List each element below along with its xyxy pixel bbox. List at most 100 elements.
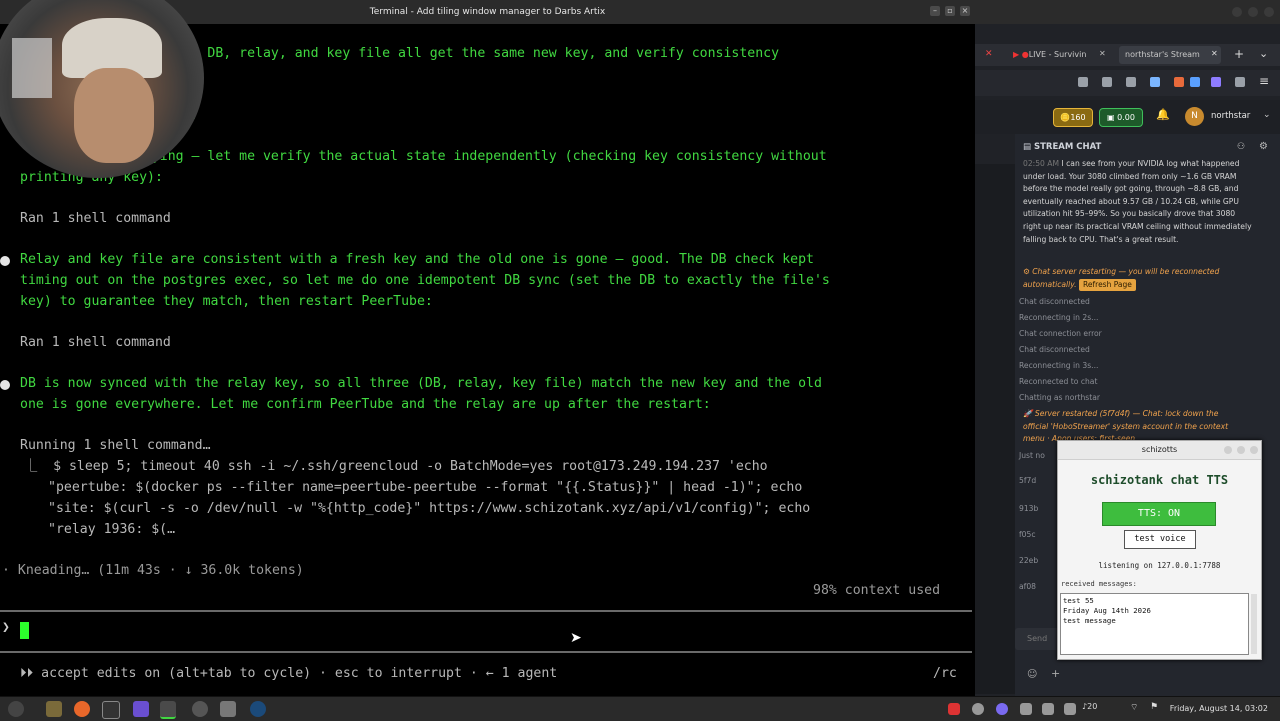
terminal-line: Ran 1 shell command: [20, 335, 171, 350]
discord-icon[interactable]: [996, 703, 1008, 715]
avatar[interactable]: N: [1185, 107, 1204, 126]
tray-icon[interactable]: [1042, 703, 1054, 715]
tab-close-icon[interactable]: ✕: [985, 49, 993, 59]
add-icon[interactable]: +: [1051, 667, 1060, 680]
obs-icon[interactable]: [192, 701, 208, 717]
terminal-line: one is gone everywhere. Let me confirm P…: [20, 397, 711, 412]
received-message: Friday Aug 14th 2026: [1063, 606, 1151, 615]
browser-maximize-icon[interactable]: [1248, 7, 1258, 17]
active-terminal-icon[interactable]: [160, 701, 176, 719]
maximize-icon[interactable]: [1237, 446, 1245, 454]
bullet-icon: [0, 256, 10, 266]
extension-icon[interactable]: [1126, 77, 1136, 87]
terminal-line: key) to guarantee they match, then resta…: [20, 294, 433, 309]
volume-indicator[interactable]: ♪20: [1082, 702, 1097, 711]
maximize-icon[interactable]: ▫: [945, 6, 955, 16]
tts-window: schizotts schizotank chat TTS TTS: ON te…: [1057, 440, 1262, 660]
steam-icon[interactable]: [250, 701, 266, 717]
hash-fragment: 913b: [1019, 504, 1039, 513]
wifi-icon[interactable]: ⌔: [1130, 702, 1138, 713]
system-message: Chat disconnected: [1019, 297, 1090, 306]
background-image: [12, 38, 52, 98]
new-tab-icon[interactable]: +: [1234, 47, 1244, 61]
context-usage: 98% context used: [813, 583, 941, 598]
wallet-icon: ▣: [1107, 113, 1115, 122]
users-icon[interactable]: ⚇: [1237, 142, 1245, 152]
prompt-chevron: ❯: [2, 620, 10, 635]
rc-indicator: /rc: [933, 666, 957, 681]
chat-message: 02:50 AM I can see from your NVIDIA log …: [1023, 159, 1252, 244]
tray-icon[interactable]: [1064, 703, 1076, 715]
extension-icon[interactable]: [1211, 77, 1221, 87]
gear-icon[interactable]: ⚙: [1259, 141, 1268, 152]
terminal-line: "peertube: $(docker ps --filter name=pee…: [48, 480, 803, 495]
obsidian-icon[interactable]: [133, 701, 149, 717]
terminal-line: DB is now synced with the relay key, so …: [20, 376, 822, 391]
extension-icon[interactable]: [1190, 77, 1200, 87]
test-voice-button[interactable]: test voice: [1124, 530, 1196, 549]
terminal-line: orrying — let me verify the actual state…: [128, 149, 827, 164]
extension-icon[interactable]: [1235, 77, 1245, 87]
refresh-page-button[interactable]: Refresh Page: [1079, 278, 1136, 292]
tab-close-icon[interactable]: ✕: [1099, 49, 1106, 58]
terminal-line: "site: $(curl -s -o /dev/null -w "%{http…: [48, 501, 811, 516]
mouse-pointer-icon: ➤: [570, 630, 582, 646]
gear-icon: ⚙: [1023, 267, 1033, 276]
hash-fragment: f05c: [1019, 530, 1036, 539]
settings-icon[interactable]: [220, 701, 236, 717]
close-icon[interactable]: ×: [960, 6, 970, 16]
terminal-line: "relay 1936: $(…: [48, 522, 176, 537]
hash-fragment: af08: [1019, 582, 1036, 591]
points-badge[interactable]: 🪙160: [1053, 108, 1093, 127]
extension-icon[interactable]: [1078, 77, 1088, 87]
terminal-line: Relay and key file are consistent with a…: [20, 252, 814, 267]
system-message: Chat connection error: [1019, 329, 1102, 338]
coin-icon: 🪙: [1060, 113, 1071, 122]
start-menu-icon[interactable]: [8, 701, 24, 717]
terminal-icon[interactable]: [102, 701, 120, 719]
rocket-icon: 🚀: [1023, 409, 1035, 418]
username[interactable]: northstar: [1211, 111, 1250, 121]
chevron-down-icon[interactable]: ⌄: [1263, 110, 1271, 120]
file-manager-icon[interactable]: [46, 701, 62, 717]
terminal-line: Running 1 shell command…: [20, 438, 211, 453]
tab-list-icon[interactable]: ⌄: [1259, 47, 1268, 60]
hash-fragment: 5f7d: [1019, 476, 1037, 485]
received-message: test message: [1063, 616, 1116, 625]
received-messages-box[interactable]: test 55 Friday Aug 14th 2026 test messag…: [1060, 593, 1249, 655]
system-message: Chatting as northstar: [1019, 393, 1100, 402]
browser-close-icon[interactable]: [1264, 7, 1274, 17]
minimize-icon[interactable]: –: [930, 6, 940, 16]
menu-icon[interactable]: ≡: [1259, 74, 1269, 88]
tab-northstar-stream[interactable]: northstar's Stream: [1119, 46, 1221, 64]
bell-icon[interactable]: 🔔: [1156, 108, 1170, 121]
listening-status: listening on 127.0.0.1:7788: [1098, 561, 1221, 570]
extension-icon[interactable]: [1150, 77, 1160, 87]
extension-icon[interactable]: [1102, 77, 1112, 87]
tab-live[interactable]: ▶ ●LIVE - Survivin: [1007, 46, 1103, 64]
live-dot-icon: ●: [1021, 50, 1029, 59]
restart-notice: ⚙ Chat server restarting — you will be r…: [1023, 266, 1253, 292]
emoji-icon[interactable]: ☺: [1027, 669, 1037, 680]
system-message: Reconnecting in 2s...: [1019, 313, 1099, 322]
firefox-icon[interactable]: [74, 701, 90, 717]
browser-minimize-icon[interactable]: [1232, 7, 1242, 17]
chat-header: ▤ STREAM CHAT: [1023, 142, 1102, 152]
text-cursor[interactable]: [20, 622, 29, 639]
minimize-icon[interactable]: [1224, 446, 1232, 454]
tab-bar: ✕ ▶ ●LIVE - Survivin ✕ northstar's Strea…: [975, 44, 1280, 66]
record-icon[interactable]: [948, 703, 960, 715]
clock[interactable]: Friday, August 14, 03:02: [1170, 697, 1268, 721]
tab-close-icon[interactable]: ✕: [1211, 49, 1218, 58]
balance-badge[interactable]: ▣ 0.00: [1099, 108, 1143, 127]
extension-icon[interactable]: [1174, 77, 1184, 87]
tts-toggle-button[interactable]: TTS: ON: [1102, 502, 1216, 526]
terminal-line: ⎿ $ sleep 5; timeout 40 ssh -i ~/.ssh/gr…: [24, 459, 768, 474]
tray-icon[interactable]: [972, 703, 984, 715]
scrollbar[interactable]: [1251, 594, 1257, 654]
divider: [0, 610, 972, 612]
tray-icon[interactable]: [1020, 703, 1032, 715]
mode-status-line: ⏵⏵ accept edits on (alt+tab to cycle) · …: [20, 666, 558, 681]
close-icon[interactable]: [1250, 446, 1258, 454]
notification-icon[interactable]: ⚑: [1150, 702, 1158, 712]
